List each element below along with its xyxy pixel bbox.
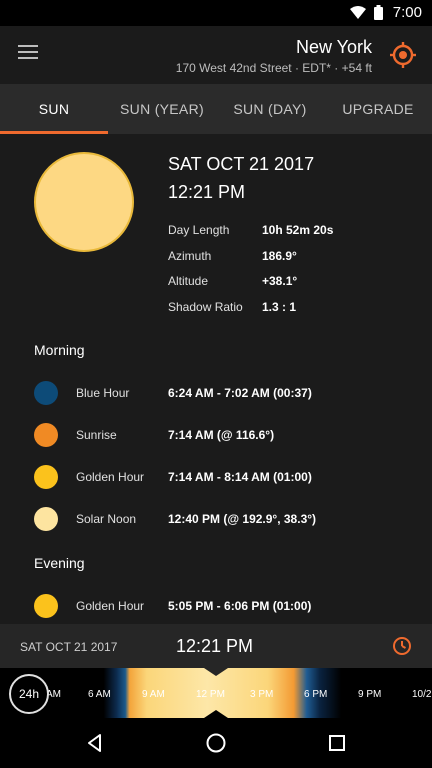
- status-time: 7:00: [392, 4, 422, 21]
- timeline-tick-label: 6 PM: [304, 689, 328, 700]
- day-timeline[interactable]: AM 6 AM 9 AM 12 PM 3 PM 6 PM 9 PM 10/2 24h: [0, 668, 432, 718]
- timeline-tick-label: 3 PM: [250, 689, 274, 700]
- location-name[interactable]: New York: [296, 37, 372, 58]
- event-name: Solar Noon: [76, 512, 137, 526]
- selected-date[interactable]: SAT OCT 21 2017: [20, 640, 117, 654]
- current-time: 12:21 PM: [168, 182, 246, 202]
- clock-icon[interactable]: [392, 636, 412, 656]
- locate-icon[interactable]: [390, 42, 416, 68]
- event-time: 6:24 AM - 7:02 AM (00:37): [168, 386, 312, 400]
- timeline-tick-label: 10/2: [412, 689, 432, 700]
- info-value: 1.3 : 1: [262, 300, 297, 314]
- tab-sun[interactable]: SUN: [0, 84, 108, 134]
- golden-hour-icon: [34, 465, 58, 489]
- recents-icon[interactable]: [326, 732, 348, 754]
- tab-upgrade[interactable]: UPGRADE: [324, 84, 432, 134]
- menu-icon[interactable]: [18, 45, 38, 61]
- info-value: +38.1°: [262, 274, 298, 288]
- info-label: Azimuth: [168, 249, 212, 263]
- solar-noon-icon: [34, 507, 58, 531]
- timeline-marker-top: [204, 668, 228, 676]
- event-time: 7:14 AM (@ 116.6°): [168, 428, 275, 442]
- event-blue-hour[interactable]: Blue Hour 6:24 AM - 7:02 AM (00:37): [34, 379, 424, 407]
- event-golden-hour-evening[interactable]: Golden Hour 5:05 PM - 6:06 PM (01:00): [34, 592, 424, 620]
- event-name: Blue Hour: [76, 386, 130, 400]
- tab-sun-year[interactable]: SUN (YEAR): [108, 84, 216, 134]
- tab-bar: SUN SUN (YEAR) SUN (DAY) UPGRADE: [0, 84, 432, 134]
- info-label: Day Length: [168, 223, 230, 237]
- timeline-tick-label: 6 AM: [88, 689, 111, 700]
- event-sunrise[interactable]: Sunrise 7:14 AM (@ 116.6°): [34, 421, 424, 449]
- info-label: Shadow Ratio: [168, 300, 243, 314]
- evening-title: Evening: [34, 555, 85, 571]
- event-name: Golden Hour: [76, 470, 145, 484]
- home-icon[interactable]: [205, 732, 227, 754]
- golden-hour-icon: [34, 594, 58, 618]
- event-time: 5:05 PM - 6:06 PM (01:00): [168, 599, 312, 613]
- timeline-tick-label: 12 PM: [196, 689, 225, 700]
- range-24h-button[interactable]: 24h: [9, 674, 49, 714]
- morning-title: Morning: [34, 342, 85, 358]
- system-nav-bar: [0, 718, 432, 768]
- status-bar: 7:00: [0, 0, 432, 26]
- sun-details-panel: SAT OCT 21 2017 12:21 PM Day Length 10h …: [0, 134, 432, 624]
- timeline-tick-label: 9 PM: [358, 689, 382, 700]
- event-time: 12:40 PM (@ 192.9°, 38.3°): [168, 512, 317, 526]
- sunrise-icon: [34, 423, 58, 447]
- info-value: 10h 52m 20s: [262, 223, 334, 237]
- blue-hour-icon: [34, 381, 58, 405]
- selected-time[interactable]: 12:21 PM: [176, 636, 253, 657]
- event-time: 7:14 AM - 8:14 AM (01:00): [168, 470, 312, 484]
- sun-icon: [34, 152, 134, 252]
- location-details[interactable]: 170 West 42nd Street · EDT* · +54 ft: [176, 61, 372, 75]
- battery-icon: [373, 5, 383, 20]
- info-label: Altitude: [168, 274, 209, 288]
- current-date: SAT OCT 21 2017: [168, 154, 315, 174]
- event-name: Golden Hour: [76, 599, 145, 613]
- tab-sun-day[interactable]: SUN (DAY): [216, 84, 324, 134]
- back-icon[interactable]: [84, 732, 106, 754]
- wifi-icon: [349, 5, 366, 19]
- timeline-tick-label: 9 AM: [142, 689, 165, 700]
- app-bar: New York 170 West 42nd Street · EDT* · +…: [0, 26, 432, 84]
- time-selector-bar: SAT OCT 21 2017 12:21 PM: [0, 624, 432, 668]
- event-name: Sunrise: [76, 428, 117, 442]
- event-golden-hour-morning[interactable]: Golden Hour 7:14 AM - 8:14 AM (01:00): [34, 463, 424, 491]
- info-value: 186.9°: [262, 249, 297, 263]
- timeline-marker-bottom: [204, 710, 228, 718]
- event-solar-noon[interactable]: Solar Noon 12:40 PM (@ 192.9°, 38.3°): [34, 505, 424, 533]
